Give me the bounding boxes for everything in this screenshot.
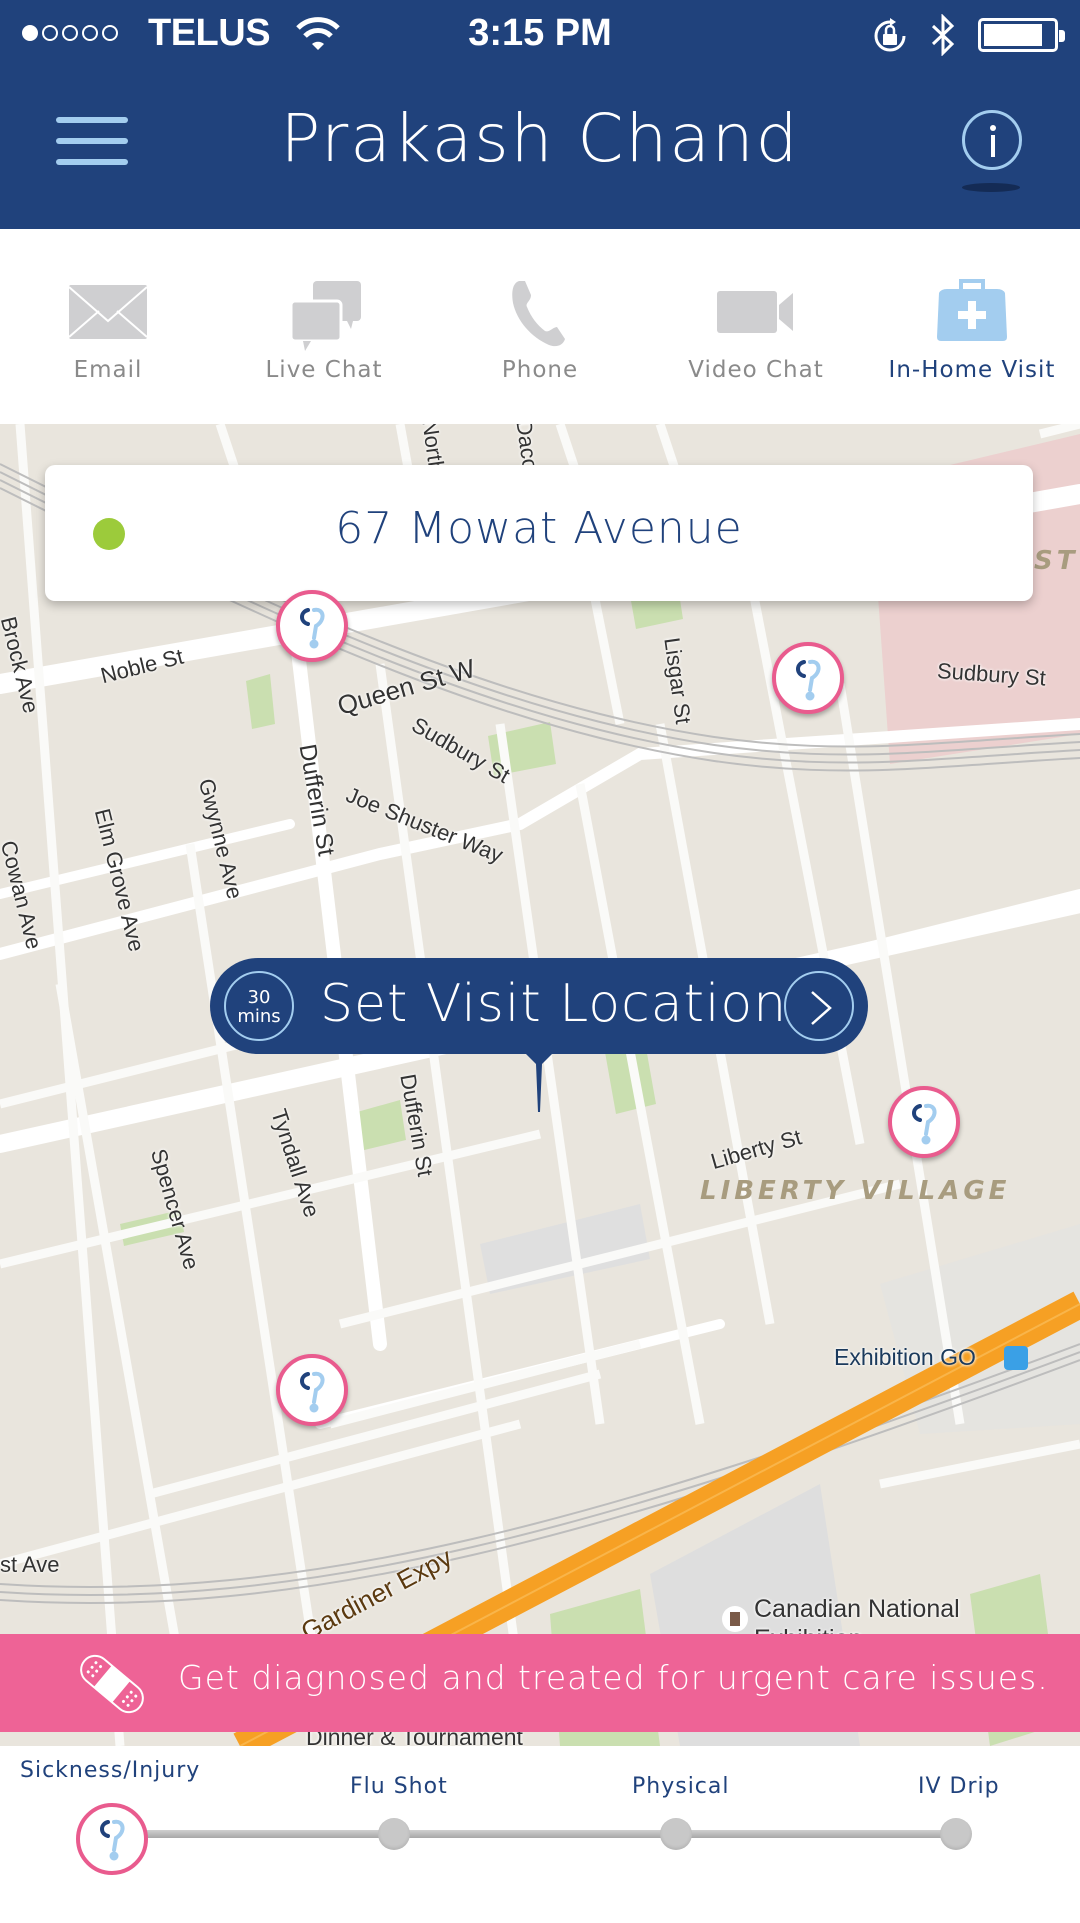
eta-badge: 30 mins [224, 971, 294, 1041]
district-label: LIBERTY VILLAGE [700, 1176, 1011, 1206]
street-label: st Ave [0, 1552, 60, 1577]
provider-marker[interactable] [888, 1086, 960, 1158]
tab-label: In-Home Visit [888, 357, 1056, 383]
slider-stop-physical[interactable] [660, 1818, 692, 1850]
stethoscope-icon [300, 1371, 325, 1413]
video-camera-icon [717, 291, 793, 333]
contact-method-tabs: Email Live Chat Phone Video Chat In-Home… [0, 229, 1080, 424]
service-label-sickness-injury[interactable]: Sickness/Injury [20, 1758, 200, 1783]
slider-stop-flu-shot[interactable] [378, 1818, 410, 1850]
tab-label: Video Chat [688, 357, 824, 383]
medical-bag-icon [937, 279, 1007, 341]
battery-icon [978, 18, 1065, 52]
service-description-banner: Get diagnosed and treated for urgent car… [0, 1634, 1080, 1732]
set-visit-location-button[interactable]: 30 mins Set Visit Location [210, 958, 868, 1054]
tab-in-home-visit[interactable]: In-Home Visit [864, 229, 1080, 424]
stethoscope-icon [100, 1819, 125, 1861]
service-label-iv-drip[interactable]: IV Drip [918, 1774, 1000, 1799]
phone-icon [512, 281, 565, 347]
set-visit-location-label: Set Visit Location [320, 974, 788, 1034]
stethoscope-icon [912, 1103, 937, 1145]
status-time: 3:15 PM [468, 12, 612, 54]
bandage-icon [80, 1654, 144, 1714]
provider-marker[interactable] [276, 1354, 348, 1426]
chevron-right-icon [784, 971, 854, 1041]
poi-label: Exhibition GO [834, 1344, 976, 1370]
tab-label: Live Chat [265, 357, 383, 383]
address-text: 67 Mowat Avenue [335, 503, 743, 554]
slider-handle-selected[interactable] [76, 1803, 148, 1875]
eta-unit: mins [237, 1006, 281, 1027]
tab-label: Phone [501, 357, 579, 383]
stethoscope-icon [796, 659, 821, 701]
envelope-icon [68, 285, 148, 339]
train-station-icon [1004, 1346, 1028, 1370]
slider-track[interactable] [112, 1830, 958, 1838]
bluetooth-icon [931, 14, 955, 56]
service-type-slider[interactable]: Sickness/Injury Flu Shot Physical IV Dri… [0, 1746, 1080, 1923]
service-label-flu-shot[interactable]: Flu Shot [350, 1774, 448, 1799]
rotation-lock-icon [874, 18, 906, 52]
info-button-shadow [962, 183, 1020, 192]
location-pin-tip [524, 1052, 554, 1112]
tab-video-chat[interactable]: Video Chat [648, 229, 864, 424]
map-view[interactable]: Noble St Queen St W Sudbury St Sudbury S… [0, 424, 1080, 1746]
landmark-icon [722, 1606, 748, 1632]
slider-stop-iv-drip[interactable] [940, 1818, 972, 1850]
eta-value: 30 [247, 987, 271, 1008]
tab-phone[interactable]: Phone [432, 229, 648, 424]
provider-marker[interactable] [276, 590, 348, 662]
address-input[interactable]: 67 Mowat Avenue [45, 465, 1033, 601]
info-button[interactable] [962, 110, 1022, 170]
chat-bubbles-icon [289, 281, 361, 351]
provider-marker[interactable] [772, 642, 844, 714]
app-header: TELUS 3:15 PM Prakash Chand [0, 0, 1080, 229]
info-icon [990, 125, 996, 131]
banner-text: Get diagnosed and treated for urgent car… [178, 1658, 1049, 1697]
tab-email[interactable]: Email [0, 229, 216, 424]
tab-label: Email [73, 357, 143, 383]
tab-live-chat[interactable]: Live Chat [216, 229, 432, 424]
page-title: Prakash Chand [280, 100, 800, 177]
district-label: ST W [1034, 546, 1080, 576]
service-label-physical[interactable]: Physical [632, 1774, 730, 1799]
stethoscope-icon [300, 607, 325, 649]
status-bar: TELUS 3:15 PM [0, 0, 1080, 70]
